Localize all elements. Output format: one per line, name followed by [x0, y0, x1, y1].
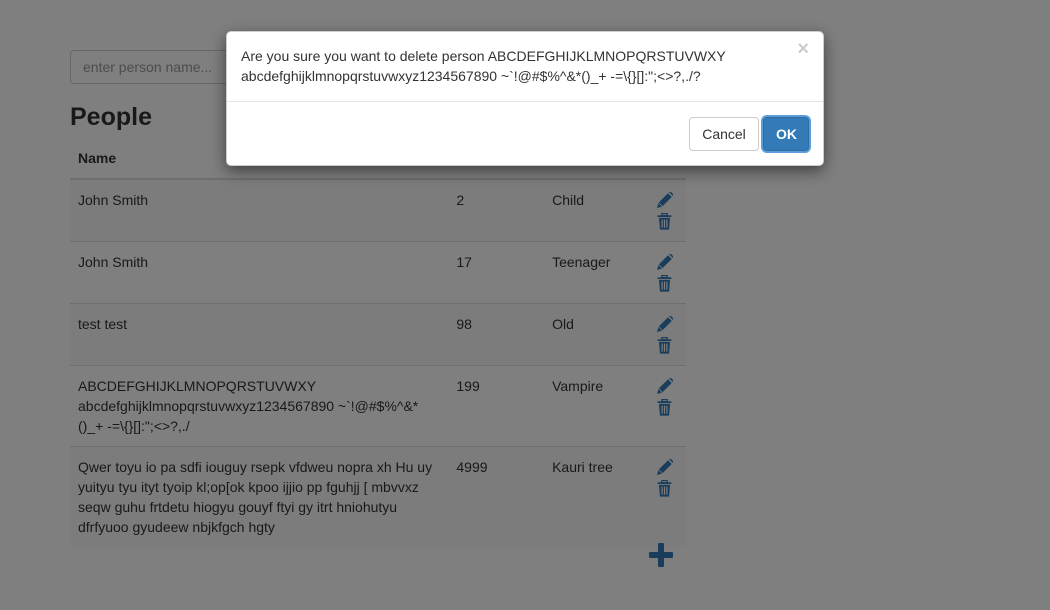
cancel-button[interactable]: Cancel [689, 117, 759, 151]
ok-button[interactable]: OK [763, 117, 809, 151]
dialog-body: Are you sure you want to delete person A… [227, 32, 823, 102]
close-icon[interactable]: × [797, 38, 809, 60]
delete-confirm-dialog: Are you sure you want to delete person A… [226, 31, 824, 166]
dialog-footer: Cancel OK [227, 102, 823, 167]
dialog-message: Are you sure you want to delete person A… [241, 48, 726, 84]
